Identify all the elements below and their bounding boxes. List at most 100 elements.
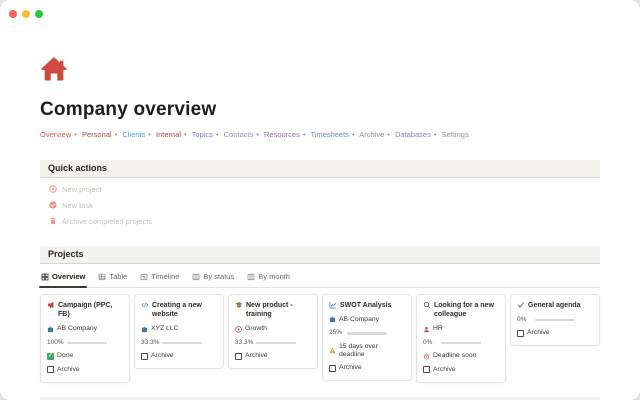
card-title: SWOT Analysis (340, 302, 392, 309)
check-icon (517, 301, 525, 310)
card-title: General agenda (528, 302, 581, 309)
archive-checkbox[interactable] (517, 329, 524, 337)
archive-row: Archive (235, 352, 311, 360)
archive-label: Archive (339, 364, 362, 372)
archive-checkbox[interactable] (141, 352, 148, 360)
table-icon (98, 273, 106, 281)
board-icon (247, 273, 255, 281)
nav-link-overview[interactable]: Overview (40, 130, 71, 139)
nav-link-contacts[interactable]: Contacts (224, 130, 254, 139)
quick-action-label: New project (62, 184, 102, 194)
megaphone-icon (47, 301, 55, 320)
check-circle-icon (49, 201, 57, 209)
plus-circle-icon (49, 185, 57, 193)
nav-link-timesheets[interactable]: Timesheets (310, 130, 349, 139)
nav-link-databases[interactable]: Databases (395, 130, 431, 139)
company-row: XYZ LLC (141, 325, 217, 333)
progress-row: 0% (423, 339, 499, 347)
quick-action-label: Archive completed projects (62, 216, 153, 226)
progress-value: 0% (517, 315, 527, 323)
project-card-swot[interactable]: SWOT Analysis AB Company 25% 15 days ove… (322, 294, 412, 382)
tab-table[interactable]: Table (98, 272, 127, 281)
archive-row: Archive (329, 364, 405, 372)
project-card-colleague[interactable]: Looking for a new colleague HR 0% Deadli… (416, 294, 506, 383)
card-title: New product - training (246, 302, 293, 319)
archive-checkbox[interactable] (423, 366, 430, 374)
nav-separator: • (433, 130, 437, 139)
nav-link-clients[interactable]: Clients (122, 130, 145, 139)
deadline-alert-label: 15 days over deadline (339, 342, 378, 358)
chart-icon (329, 301, 337, 310)
progress-value: 25% (329, 329, 343, 337)
warning-icon (329, 347, 336, 354)
card-title: Campaign (PPC, FB) (58, 302, 113, 319)
archive-row: Archive (423, 366, 499, 374)
target-icon (235, 326, 242, 333)
quick-action-archive-completed[interactable]: Archive completed projects (49, 216, 600, 226)
briefcase-icon (141, 326, 148, 333)
deadline-alert-label: Deadline soon (433, 352, 477, 360)
board-icon (192, 273, 200, 281)
tab-timeline[interactable]: Timeline (140, 272, 179, 281)
archive-checkbox[interactable] (235, 352, 242, 360)
projects-view-tabs: Overview Table Timeline By status By mon… (38, 268, 600, 288)
nav-link-settings[interactable]: Settings (442, 130, 469, 139)
progress-row: 0% (517, 316, 593, 324)
quick-actions-list: New project New task Archive completed p… (40, 184, 600, 226)
zoom-window-button[interactable] (35, 10, 43, 18)
done-label: Done (57, 352, 74, 360)
nav-link-resources[interactable]: Resources (264, 130, 300, 139)
tab-overview[interactable]: Overview (38, 272, 88, 288)
deadline-alert-row: Deadline soon (423, 352, 499, 360)
nav-link-internal[interactable]: Internal (156, 130, 181, 139)
quick-action-label: New task (62, 200, 93, 210)
graduation-cap-icon (235, 301, 243, 320)
minimize-window-button[interactable] (22, 10, 30, 18)
project-card-training[interactable]: New product - training Growth 33.3% Arch… (228, 294, 318, 370)
archive-row: Archive (517, 329, 593, 337)
trash-icon (49, 217, 57, 225)
house-icon[interactable] (40, 0, 68, 85)
tab-label: Overview (52, 272, 86, 281)
tab-by-status[interactable]: By status (192, 272, 234, 281)
grid-icon (41, 273, 49, 281)
nav-separator: • (387, 130, 390, 139)
archive-label: Archive (151, 352, 174, 360)
project-card-website[interactable]: Creating a new website XYZ LLC 33.3% Arc… (134, 294, 224, 370)
close-window-button[interactable] (9, 10, 17, 18)
briefcase-icon (47, 326, 54, 333)
progress-row: 25% (329, 329, 405, 337)
nav-separator: • (302, 130, 306, 139)
window-controls (9, 10, 43, 18)
progress-value: 33.3% (141, 338, 160, 346)
quick-action-new-task[interactable]: New task (49, 200, 600, 210)
archive-label: Archive (527, 329, 550, 337)
company-label: AB Company (339, 315, 380, 323)
search-icon (423, 301, 431, 320)
nav-separator: • (148, 130, 151, 139)
tab-label: By status (203, 272, 235, 281)
project-card-agenda[interactable]: General agenda 0% Archive (510, 294, 600, 347)
nav-separator: • (184, 130, 187, 139)
nav-link-topics[interactable]: Topics (192, 130, 213, 139)
archive-row: Archive (47, 366, 123, 374)
code-icon (141, 301, 149, 320)
nav-separator: • (114, 130, 118, 139)
company-row: AB Company (329, 316, 405, 324)
page-nav: Overview • Personal • Clients • Internal • T… (40, 130, 600, 140)
tag-label: Growth (245, 325, 267, 333)
quick-action-new-project[interactable]: New project (49, 184, 600, 194)
nav-separator: • (215, 130, 219, 139)
tag-row: Growth (235, 325, 311, 333)
nav-link-personal[interactable]: Personal (82, 130, 112, 139)
archive-checkbox[interactable] (47, 366, 54, 374)
progress-bar (441, 341, 481, 345)
nav-link-archive[interactable]: Archive (359, 130, 384, 139)
nav-separator: • (74, 130, 77, 139)
project-card-campaign[interactable]: Campaign (PPC, FB) AB Company 100% ✓ Don… (40, 294, 130, 383)
done-checkbox[interactable]: ✓ (47, 352, 54, 360)
deadline-alert-row: 15 days over deadline (329, 343, 405, 359)
tab-by-month[interactable]: By month (247, 272, 290, 281)
tag-row: HR (423, 325, 499, 333)
archive-checkbox[interactable] (329, 364, 336, 372)
